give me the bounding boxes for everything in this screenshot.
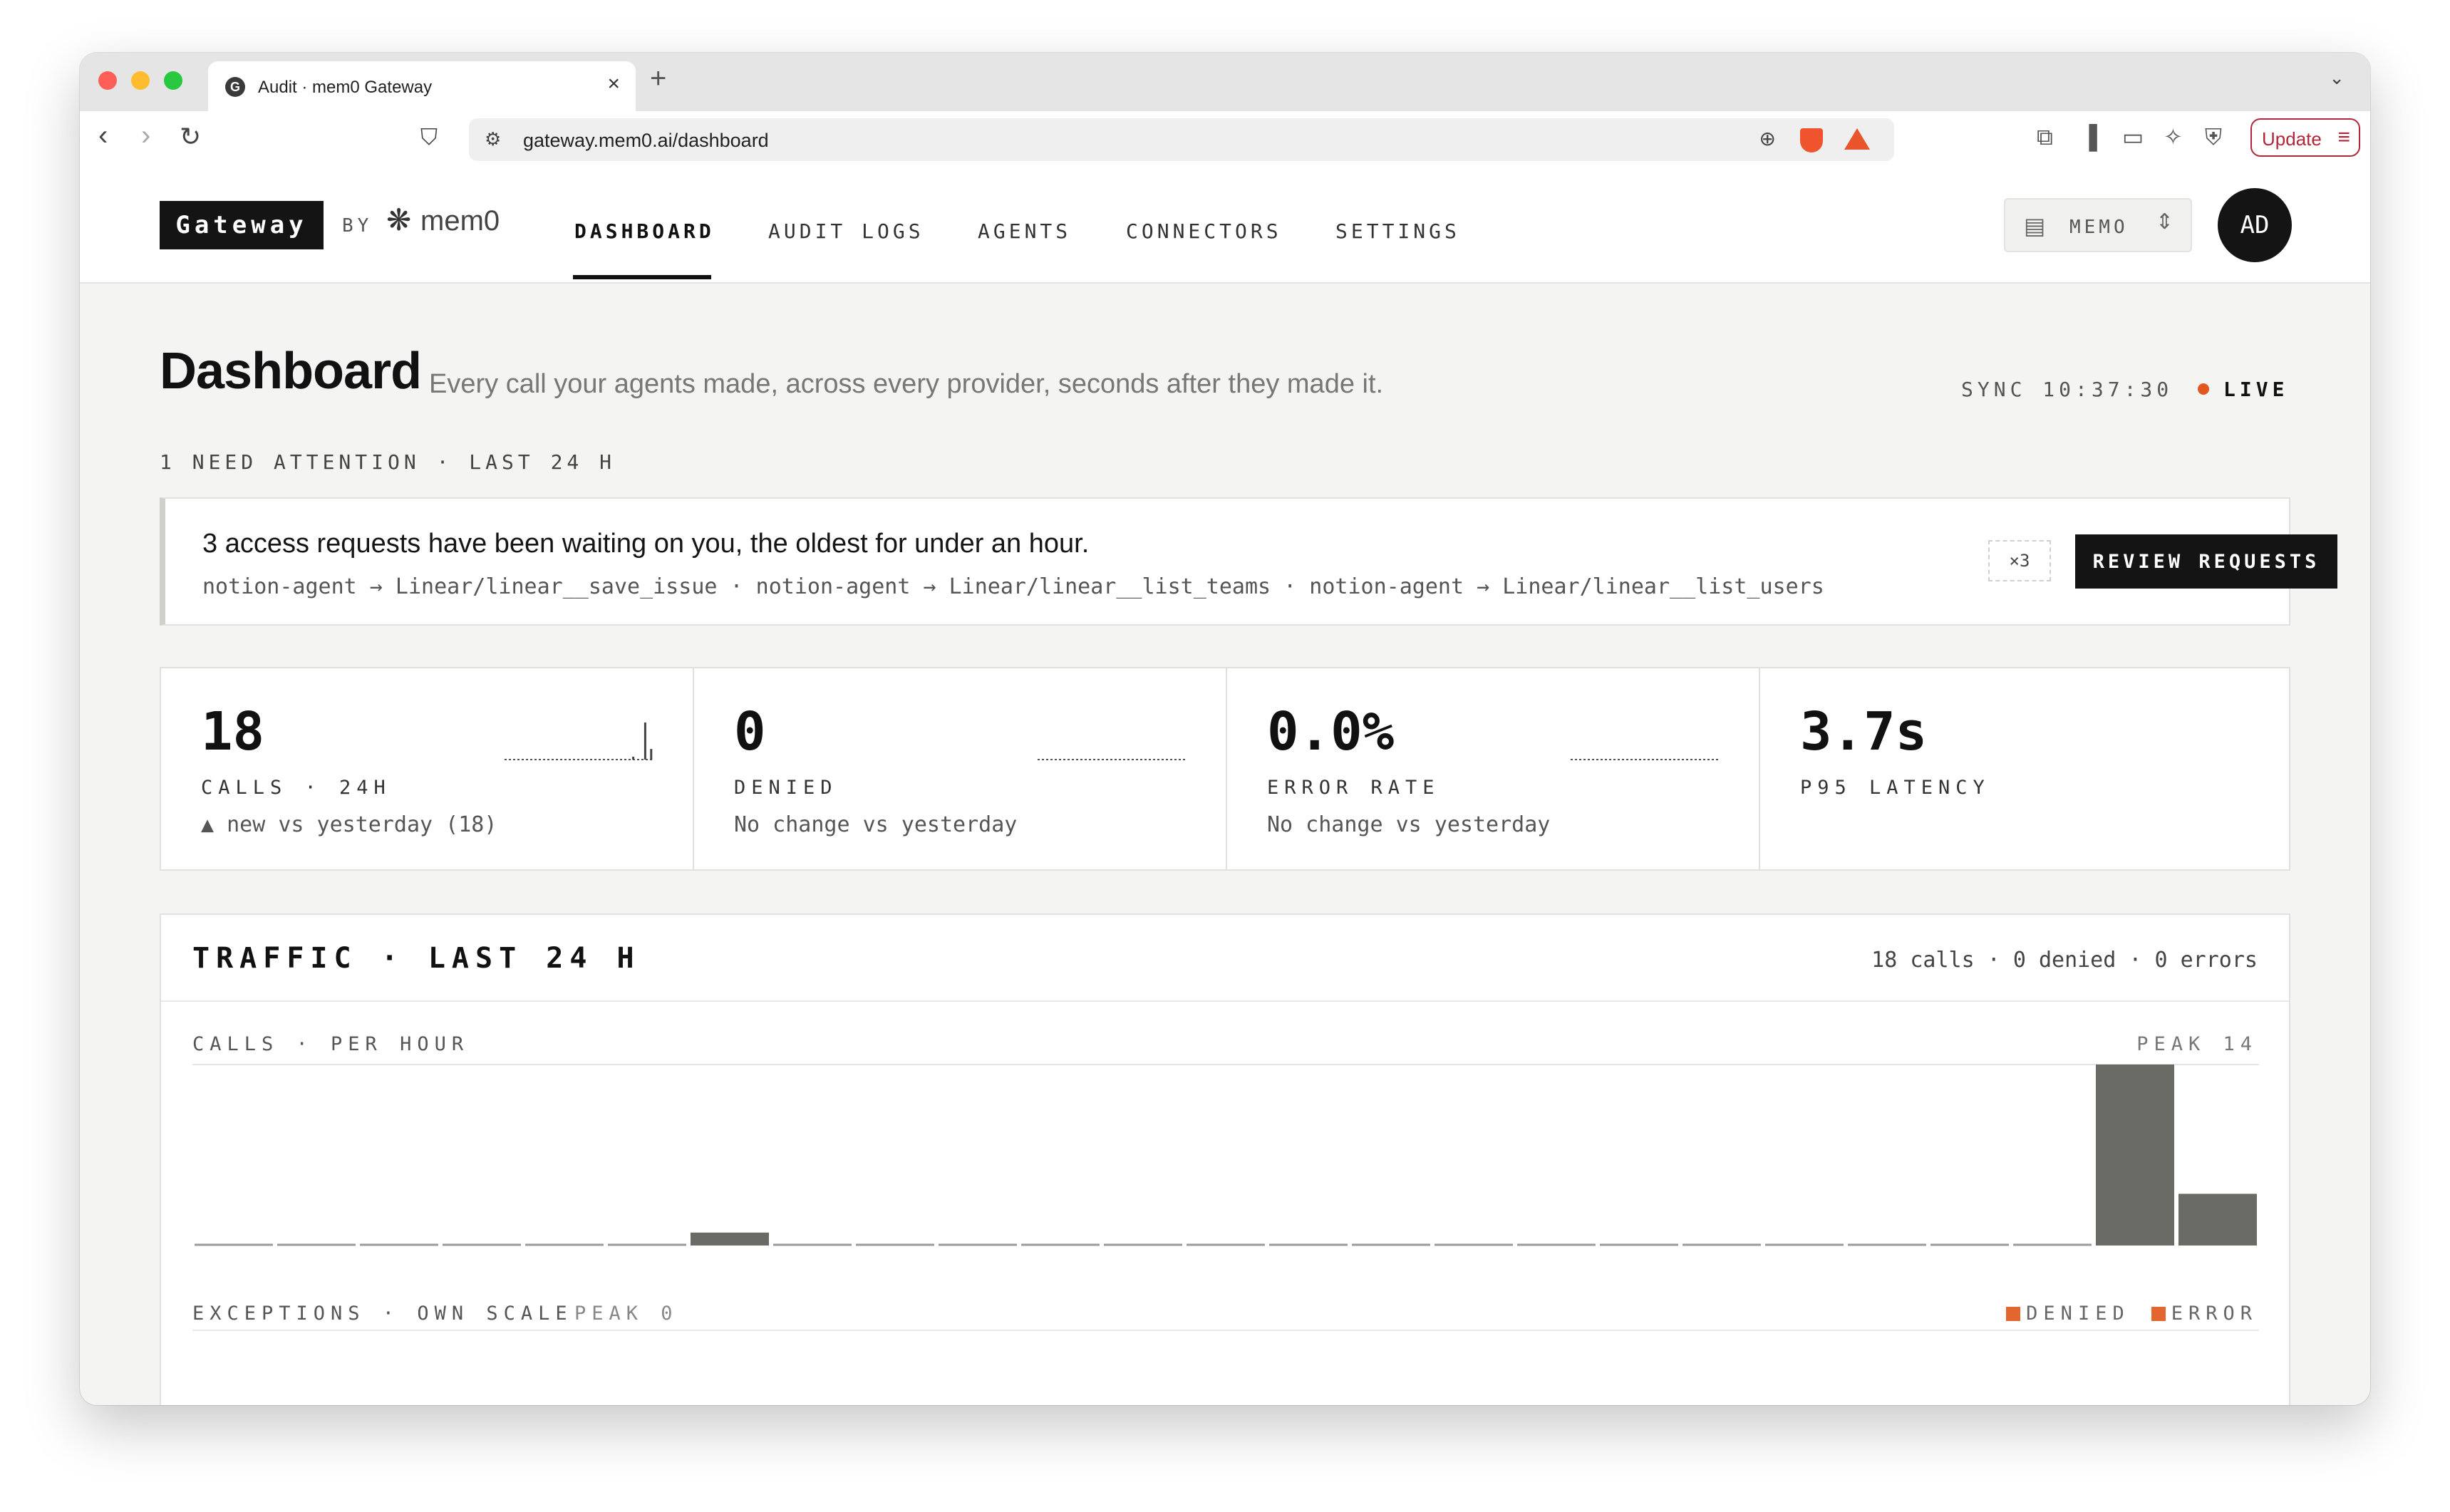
browser-toolbar: ‹ › ↻ ⛉ ⚙ gateway.mem0.ai/dashboard ⊕ ⧉ … — [80, 111, 2370, 169]
nav-audit-logs[interactable]: AUDIT LOGS — [768, 219, 924, 243]
stat-note: No change vs yesterday — [734, 812, 1018, 837]
leo-ai-icon[interactable]: ✧ — [2164, 125, 2183, 148]
stats-row: 18 CALLS · 24H ▲ new vs yesterday (18) 0… — [160, 667, 2290, 871]
sparkline-bar — [650, 749, 653, 760]
reload-icon[interactable]: ↻ — [180, 124, 201, 150]
nav-agents[interactable]: AGENTS — [978, 219, 1071, 243]
stat-value: 18 — [201, 701, 265, 762]
tab-title: Audit · mem0 Gateway — [258, 78, 433, 97]
new-tab-icon[interactable]: + — [650, 63, 666, 95]
bookmark-icon[interactable]: ⛉ — [420, 125, 438, 148]
active-nav-indicator — [573, 275, 711, 279]
stat-denied: 0 DENIED No change vs yesterday — [694, 668, 1227, 869]
nav-settings[interactable]: SETTINGS — [1335, 219, 1460, 243]
brand-by: BY — [342, 215, 373, 237]
exceptions-legend: DENIED ERROR — [1985, 1303, 2258, 1325]
update-label: Update — [2262, 128, 2322, 150]
extensions-icon[interactable]: ⧉ — [2037, 125, 2053, 148]
calls-bar — [691, 1232, 769, 1246]
brave-rewards-icon[interactable] — [1844, 128, 1870, 150]
wallet-icon[interactable]: ▭ — [2122, 125, 2144, 148]
divider — [161, 1000, 2289, 1002]
exceptions-peak: PEAK 0 — [574, 1303, 678, 1325]
brave-shields-icon[interactable] — [1800, 128, 1823, 152]
error-swatch — [2151, 1307, 2166, 1321]
nav-dashboard[interactable]: DASHBOARD — [574, 219, 715, 243]
page-subtitle: Every call your agents made, across ever… — [429, 369, 1384, 399]
traffic-title: TRAFFIC · LAST 24 H — [192, 942, 641, 975]
org-name: MEMO — [2069, 217, 2129, 238]
zoom-icon[interactable]: ⊕ — [1759, 127, 1776, 150]
stat-label: ERROR RATE — [1267, 777, 1440, 799]
review-requests-button[interactable]: REVIEW REQUESTS — [2075, 534, 2337, 589]
stat-note: No change vs yesterday — [1267, 812, 1551, 837]
close-window-button[interactable] — [98, 71, 117, 90]
sync-time: SYNC 10:37:30 — [1961, 378, 2174, 401]
chevron-updown-icon: ⇕ — [2155, 210, 2174, 234]
alert-message: 3 access requests have been waiting on y… — [202, 529, 1090, 559]
sparkline-bar — [643, 723, 646, 760]
exceptions-label: EXCEPTIONS · OWN SCALE — [192, 1303, 573, 1325]
forward-icon[interactable]: › — [141, 121, 150, 150]
legend-denied: DENIED — [2026, 1303, 2130, 1325]
denied-sparkline — [1038, 759, 1187, 760]
legend-error: ERROR — [2171, 1303, 2258, 1325]
partner-name: mem0 — [420, 205, 500, 237]
address-bar[interactable]: ⚙ gateway.mem0.ai/dashboard ⊕ — [469, 118, 1894, 161]
browser-tab[interactable]: G Audit · mem0 Gateway × — [208, 61, 636, 111]
update-button[interactable]: Update ≡ — [2250, 118, 2360, 157]
calls-bar — [2178, 1193, 2257, 1246]
traffic-summary: 18 calls · 0 denied · 0 errors — [1871, 948, 2258, 973]
request-count-badge: ×3 — [1988, 540, 2051, 581]
calls-chart-peak: PEAK 14 — [2136, 1033, 2258, 1055]
tab-close-icon[interactable]: × — [607, 73, 620, 95]
mem0-logo-icon: ❋ — [386, 203, 412, 237]
error-rate-sparkline — [1571, 759, 1720, 760]
stat-label: CALLS · 24H — [201, 777, 391, 799]
avatar[interactable]: AD — [2218, 188, 2292, 262]
browser-titlebar: G Audit · mem0 Gateway × + ⌄ — [80, 53, 2370, 111]
stat-value: 3.7s — [1800, 701, 1928, 762]
minimize-window-button[interactable] — [131, 71, 150, 90]
site-settings-icon[interactable]: ⚙ — [485, 128, 501, 150]
org-switcher[interactable]: ▤ MEMO ⇕ — [2004, 198, 2192, 252]
calls-bar — [2096, 1065, 2174, 1246]
calls-sparkline — [505, 723, 654, 760]
sparkline-bar — [632, 757, 635, 760]
stat-label: P95 LATENCY — [1800, 777, 1990, 799]
attention-label: 1 NEED ATTENTION · LAST 24 H — [160, 450, 616, 474]
live-status: LIVE — [2223, 378, 2289, 401]
building-icon: ▤ — [2024, 213, 2046, 239]
url-text: gateway.mem0.ai/dashboard — [523, 130, 769, 151]
access-requests-alert: 3 access requests have been waiting on y… — [160, 497, 2337, 626]
divider — [192, 1330, 2259, 1331]
vpn-icon[interactable]: ⛨ — [2205, 125, 2222, 148]
sidebar-icon[interactable]: ▐ — [2081, 125, 2097, 148]
traffic-panel: TRAFFIC · LAST 24 H 18 calls · 0 denied … — [160, 913, 2290, 1405]
alert-details: notion-agent → Linear/linear__save_issue… — [202, 574, 1824, 599]
stat-note: ▲ new vs yesterday (18) — [201, 812, 497, 837]
browser-window: G Audit · mem0 Gateway × + ⌄ ‹ › ↻ ⛉ ⚙ g… — [80, 53, 2370, 1405]
live-indicator-icon — [2198, 383, 2209, 395]
tab-favicon: G — [225, 77, 245, 97]
stat-calls: 18 CALLS · 24H ▲ new vs yesterday (18) — [161, 668, 694, 869]
stat-value: 0 — [734, 701, 766, 762]
menu-icon: ≡ — [2337, 125, 2350, 149]
app-header: Gateway BY ❋ mem0 DASHBOARD AUDIT LOGS A… — [80, 168, 2370, 284]
brand-logo[interactable]: Gateway — [160, 201, 324, 249]
stat-value: 0.0% — [1267, 701, 1395, 762]
maximize-window-button[interactable] — [164, 71, 182, 90]
denied-swatch — [2006, 1307, 2021, 1321]
back-icon[interactable]: ‹ — [98, 121, 108, 150]
nav-connectors[interactable]: CONNECTORS — [1126, 219, 1282, 243]
calls-chart-label: CALLS · PER HOUR — [192, 1033, 470, 1055]
page-title: Dashboard — [160, 343, 422, 400]
stat-p95-latency: 3.7s P95 LATENCY — [1760, 668, 2292, 869]
stat-error-rate: 0.0% ERROR RATE No change vs yesterday — [1227, 668, 1760, 869]
tab-list-chevron-icon[interactable]: ⌄ — [2329, 67, 2345, 89]
calls-per-hour-chart — [192, 1064, 2259, 1246]
stat-label: DENIED — [734, 777, 838, 799]
